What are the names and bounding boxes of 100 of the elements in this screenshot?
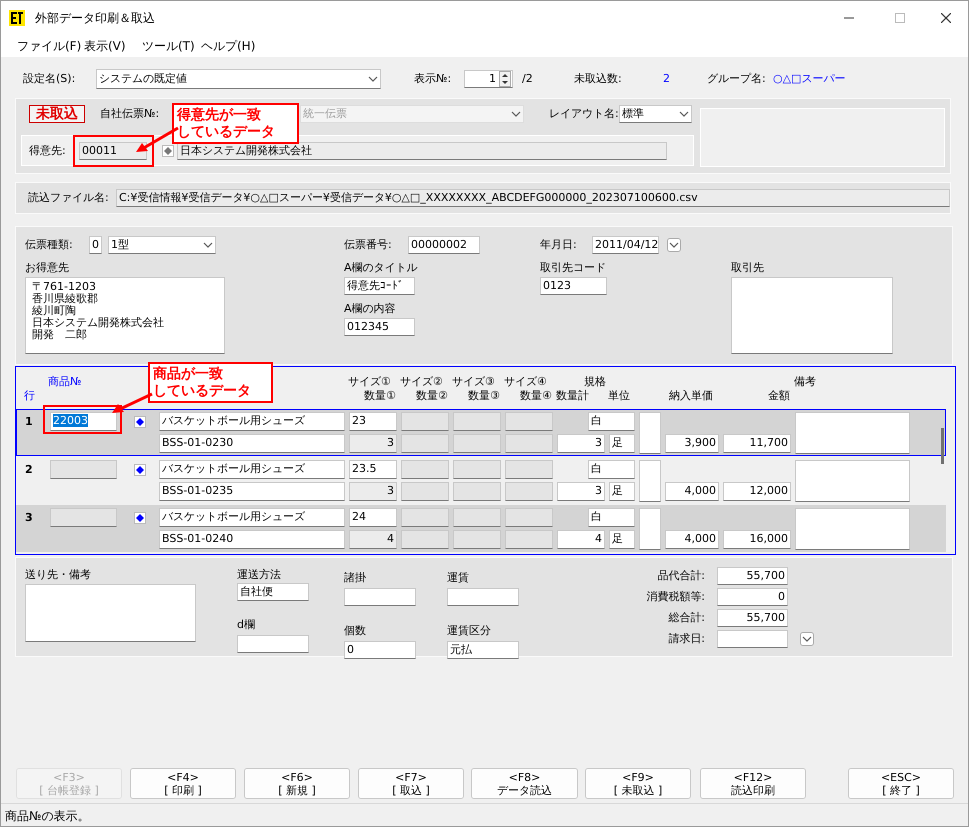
text-field[interactable]: 得意先ｺｰﾄﾞ xyxy=(344,277,415,295)
text-field[interactable]: 足 xyxy=(609,434,635,453)
text-field[interactable]: 足 xyxy=(609,530,635,549)
text-field[interactable]: 55,700 xyxy=(717,567,788,585)
text-field[interactable]: 4 xyxy=(349,530,397,549)
text-field[interactable]: バスケットボール用シューズ xyxy=(159,412,345,431)
text-field[interactable]: 4 xyxy=(557,530,605,549)
remarks-field[interactable] xyxy=(25,584,196,642)
column-header: 金額 xyxy=(768,389,790,403)
text-field[interactable]: 0 xyxy=(89,236,102,254)
empty-field[interactable] xyxy=(447,588,519,606)
text-field[interactable]: 23 xyxy=(349,412,397,431)
text-field[interactable]: BSS-01-0240 xyxy=(159,530,345,549)
empty-field[interactable] xyxy=(401,508,449,527)
text-field[interactable]: 白 xyxy=(588,508,635,527)
text-field[interactable]: BSS-01-0230 xyxy=(159,434,345,453)
dropdown-button[interactable] xyxy=(667,238,681,252)
empty-field[interactable] xyxy=(401,460,449,479)
text-field[interactable]: 足 xyxy=(609,482,635,501)
empty-field[interactable] xyxy=(401,412,449,431)
menu-item[interactable]: ヘルプ(H) xyxy=(201,38,263,54)
text-field[interactable]: 白 xyxy=(588,460,635,479)
field-label: 得意先: xyxy=(29,144,67,158)
text-field[interactable]: 3 xyxy=(349,434,397,453)
empty-field[interactable] xyxy=(639,508,661,550)
text-field[interactable]: 日本システム開発株式会社 xyxy=(177,142,667,160)
text-field[interactable]: 0 xyxy=(344,641,416,659)
text-field[interactable]: 3 xyxy=(557,434,605,453)
field-label: 運送方法 xyxy=(237,568,281,582)
remarks-field[interactable] xyxy=(795,460,910,502)
text-field[interactable]: 4,000 xyxy=(665,482,719,501)
text-field[interactable]: 22003 xyxy=(50,412,117,431)
date-field[interactable] xyxy=(717,630,788,648)
empty-field[interactable] xyxy=(401,530,449,549)
dropdown[interactable]: 標準 xyxy=(619,105,692,123)
table-row[interactable]: 2 バスケットボール用シューズ BSS-01-0235 23.5 3 白 3 足 4,000 12,000 xyxy=(16,457,946,504)
empty-field[interactable] xyxy=(453,412,501,431)
text-field[interactable]: 16,000 xyxy=(723,530,791,549)
text-field[interactable] xyxy=(50,508,117,527)
empty-field[interactable] xyxy=(453,530,501,549)
text-field[interactable]: 23.5 xyxy=(349,460,397,479)
table-row[interactable]: 3 バスケットボール用シューズ BSS-01-0240 24 4 白 4 足 4,000 16,000 xyxy=(16,505,946,552)
text-field[interactable]: 3 xyxy=(557,482,605,501)
address-field[interactable]: 〒761-1203 香川県綾歌郡 綾川町陶 日本システム開発株式会社 開発 二郎 xyxy=(25,277,225,354)
function-key-button[interactable]: <ESC> [ 終了 ] xyxy=(848,768,954,799)
empty-field[interactable] xyxy=(401,482,449,501)
function-key-button[interactable]: <F9> [ 未取込 ] xyxy=(585,768,691,799)
text-field[interactable]: 自社便 xyxy=(237,583,309,601)
text-field[interactable]: 0 xyxy=(717,588,788,606)
text-field[interactable]: 元払 xyxy=(447,641,519,659)
text-field[interactable]: BSS-01-0235 xyxy=(159,482,345,501)
text-field[interactable]: 白 xyxy=(588,412,635,431)
text-field[interactable]: 2011/04/12 xyxy=(592,236,659,254)
text-field[interactable]: 3 xyxy=(349,482,397,501)
empty-field[interactable] xyxy=(639,412,661,454)
function-key-button[interactable]: <F4> [ 印刷 ] xyxy=(130,768,236,799)
text-field[interactable]: 0123 xyxy=(540,277,607,295)
empty-field[interactable] xyxy=(453,434,501,453)
field-label: 年月日: xyxy=(540,238,578,252)
dropdown-button[interactable] xyxy=(800,632,814,646)
text-field[interactable]: 012345 xyxy=(344,318,415,336)
dropdown[interactable]: 1型 xyxy=(108,236,216,254)
text-field[interactable]: 12,000 xyxy=(723,482,791,501)
empty-field[interactable] xyxy=(505,482,553,501)
function-key-button[interactable]: <F7> [ 取込 ] xyxy=(358,768,464,799)
function-key-button[interactable]: <F12> 読込印刷 xyxy=(700,768,806,799)
function-key-button[interactable]: <F6> [ 新規 ] xyxy=(244,768,350,799)
empty-field[interactable] xyxy=(505,460,553,479)
empty-field[interactable] xyxy=(505,508,553,527)
empty-field[interactable] xyxy=(505,412,553,431)
empty-field[interactable] xyxy=(505,434,553,453)
text-field[interactable]: バスケットボール用シューズ xyxy=(159,508,345,527)
number-spinner[interactable]: 1 xyxy=(464,70,513,88)
text-field[interactable]: 00011 xyxy=(79,142,147,160)
empty-field[interactable] xyxy=(344,588,416,606)
empty-field[interactable] xyxy=(453,482,501,501)
text-field[interactable] xyxy=(50,460,117,479)
text-field[interactable]: 00000002 xyxy=(408,236,480,254)
partner-field[interactable] xyxy=(731,277,893,354)
remarks-field[interactable] xyxy=(795,412,910,454)
text-field[interactable]: 3,900 xyxy=(665,434,719,453)
table-row[interactable]: 1 22003 バスケットボール用シューズ BSS-01-0230 23 3 白 3 足 3,900 11,700 xyxy=(16,409,946,456)
text-field[interactable]: 4,000 xyxy=(665,530,719,549)
empty-field[interactable] xyxy=(453,460,501,479)
text-field[interactable]: 55,700 xyxy=(717,609,788,627)
dropdown[interactable]: システムの既定値 xyxy=(96,69,381,89)
scrollbar-thumb[interactable] xyxy=(941,428,944,464)
text-field[interactable]: 11,700 xyxy=(723,434,791,453)
menu-item[interactable]: ファイル(F) xyxy=(17,38,79,54)
text-field[interactable]: バスケットボール用シューズ xyxy=(159,460,345,479)
text-field[interactable]: C:¥受信情報¥受信データ¥○△□スーパー¥受信データ¥○△□_XXXXXXXX_ABCDEFG000000_202307100600.csv xyxy=(116,189,950,207)
empty-field[interactable] xyxy=(453,508,501,527)
empty-field[interactable] xyxy=(639,460,661,502)
remarks-field[interactable] xyxy=(795,508,910,550)
arrow xyxy=(112,392,153,413)
empty-field[interactable] xyxy=(237,635,309,653)
text-field[interactable]: 24 xyxy=(349,508,397,527)
empty-field[interactable] xyxy=(401,434,449,453)
empty-field[interactable] xyxy=(505,530,553,549)
function-key-button[interactable]: <F8> データ読込 xyxy=(471,768,578,799)
